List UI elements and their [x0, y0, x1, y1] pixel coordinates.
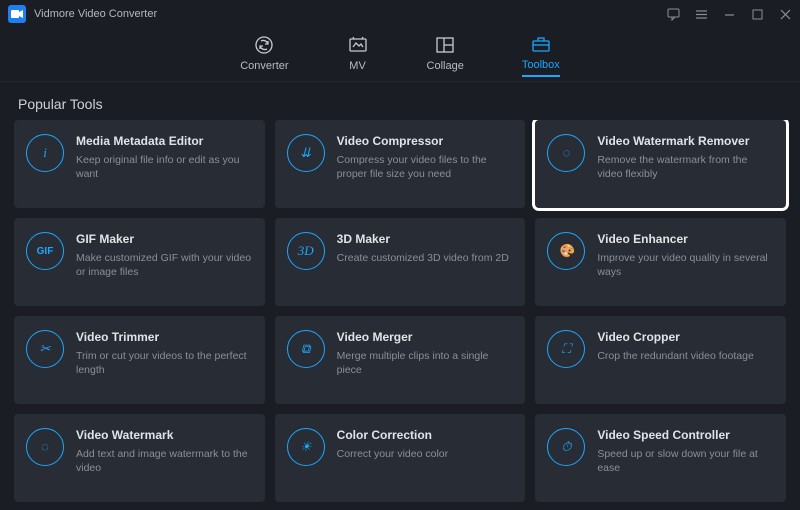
- tool-title: Video Compressor: [337, 134, 514, 148]
- tool-card[interactable]: i Media Metadata Editor Keep original file…: [14, 120, 265, 208]
- tab-label: Converter: [240, 60, 288, 72]
- gif-icon: GIF: [26, 232, 64, 270]
- tool-desc: Remove the watermark from the video flex…: [597, 153, 774, 181]
- feedback-icon[interactable]: [666, 7, 680, 21]
- info-icon: i: [26, 134, 64, 172]
- tool-title: Media Metadata Editor: [76, 134, 253, 148]
- tool-desc: Correct your video color: [337, 447, 514, 461]
- tool-title: Video Watermark: [76, 428, 253, 442]
- tool-card[interactable]: ◌ Video Watermark Remover Remove the water…: [535, 120, 786, 208]
- tool-title: Video Cropper: [597, 330, 774, 344]
- section-title: Popular Tools: [0, 82, 800, 120]
- compress-icon: ⇊: [287, 134, 325, 172]
- palette-icon: 🎨: [547, 232, 585, 270]
- tool-desc: Crop the redundant video footage: [597, 349, 774, 363]
- scissors-icon: ✂: [26, 330, 64, 368]
- tool-desc: Speed up or slow down your file at ease: [597, 447, 774, 475]
- tool-card[interactable]: ⇊ Video Compressor Compress your video fil…: [275, 120, 526, 208]
- tool-title: Video Merger: [337, 330, 514, 344]
- speed-icon: ⏱: [547, 428, 585, 466]
- drop-icon: ◌: [26, 428, 64, 466]
- close-icon[interactable]: [778, 7, 792, 21]
- tool-card[interactable]: GIF GIF Maker Make customized GIF with you…: [14, 218, 265, 306]
- tool-card[interactable]: ☀ Color Correction Correct your video colo…: [275, 414, 526, 502]
- titlebar: Vidmore Video Converter: [0, 0, 800, 28]
- app-title: Vidmore Video Converter: [34, 8, 157, 20]
- tool-desc: Compress your video files to the proper …: [337, 153, 514, 181]
- tool-desc: Add text and image watermark to the vide…: [76, 447, 253, 475]
- tab-label: Toolbox: [522, 59, 560, 71]
- tool-title: 3D Maker: [337, 232, 514, 246]
- tab-collage[interactable]: Collage: [427, 34, 464, 76]
- tool-title: Video Enhancer: [597, 232, 774, 246]
- tab-toolbox[interactable]: Toolbox: [522, 33, 560, 77]
- app-logo-icon: [8, 5, 26, 23]
- tool-card[interactable]: 3D 3D Maker Create customized 3D video fro…: [275, 218, 526, 306]
- sun-icon: ☀: [287, 428, 325, 466]
- tools-scroll-area[interactable]: i Media Metadata Editor Keep original file…: [0, 120, 800, 506]
- tool-desc: Create customized 3D video from 2D: [337, 251, 514, 265]
- menu-icon[interactable]: [694, 7, 708, 21]
- tool-card[interactable]: ⏱ Video Speed Controller Speed up or slow …: [535, 414, 786, 502]
- tool-card[interactable]: ⧉ Video Merger Merge multiple clips into a…: [275, 316, 526, 404]
- mv-icon: [347, 34, 369, 56]
- converter-icon: [253, 34, 275, 56]
- tool-desc: Keep original file info or edit as you w…: [76, 153, 253, 181]
- tool-desc: Make customized GIF with your video or i…: [76, 251, 253, 279]
- crop-icon: ⛶: [547, 330, 585, 368]
- drop-remove-icon: ◌: [547, 134, 585, 172]
- tool-card[interactable]: ⛶ Video Cropper Crop the redundant video f…: [535, 316, 786, 404]
- maximize-icon[interactable]: [750, 7, 764, 21]
- merge-icon: ⧉: [287, 330, 325, 368]
- tab-label: MV: [349, 60, 366, 72]
- tab-converter[interactable]: Converter: [240, 34, 288, 76]
- top-nav: Converter MV Collage Toolbox: [0, 28, 800, 82]
- tab-mv[interactable]: MV: [347, 34, 369, 76]
- minimize-icon[interactable]: [722, 7, 736, 21]
- tool-desc: Merge multiple clips into a single piece: [337, 349, 514, 377]
- collage-icon: [434, 34, 456, 56]
- window-controls: [666, 7, 792, 21]
- tools-grid: i Media Metadata Editor Keep original file…: [14, 120, 786, 502]
- 3d-icon: 3D: [287, 232, 325, 270]
- tool-title: Color Correction: [337, 428, 514, 442]
- tool-desc: Trim or cut your videos to the perfect l…: [76, 349, 253, 377]
- tool-card[interactable]: ✂ Video Trimmer Trim or cut your videos to…: [14, 316, 265, 404]
- tool-desc: Improve your video quality in several wa…: [597, 251, 774, 279]
- toolbox-icon: [530, 33, 552, 55]
- tab-label: Collage: [427, 60, 464, 72]
- tool-card[interactable]: 🎨 Video Enhancer Improve your video qualit…: [535, 218, 786, 306]
- tool-title: Video Speed Controller: [597, 428, 774, 442]
- tool-title: GIF Maker: [76, 232, 253, 246]
- tool-card[interactable]: ◌ Video Watermark Add text and image water…: [14, 414, 265, 502]
- tool-title: Video Trimmer: [76, 330, 253, 344]
- tool-title: Video Watermark Remover: [597, 134, 774, 148]
